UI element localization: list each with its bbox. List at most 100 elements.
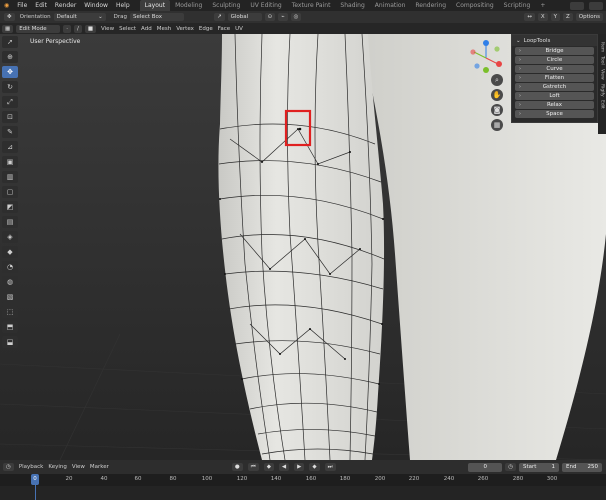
move-tool-icon[interactable]: ✥ xyxy=(2,66,18,78)
record-icon[interactable]: ● xyxy=(231,463,243,471)
tweak-tool-icon[interactable]: ✥ xyxy=(4,13,15,21)
tab-uv-editing[interactable]: UV Editing xyxy=(245,0,286,11)
timeline-ruler[interactable]: 0 20 40 60 80 100 120 140 160 180 200 22… xyxy=(0,474,606,486)
blender-logo-icon[interactable]: ◉ xyxy=(0,2,13,9)
inset-tool-icon[interactable]: ▢ xyxy=(2,186,18,198)
start-frame-field[interactable]: Start 1 xyxy=(519,462,559,472)
z-axis-icon[interactable] xyxy=(483,40,489,46)
edge-select-mode-icon[interactable]: / xyxy=(73,24,82,33)
space-button[interactable]: › Space xyxy=(515,110,594,118)
menu-playback[interactable]: Playback xyxy=(19,464,44,470)
tab-rendering[interactable]: Rendering xyxy=(410,0,451,11)
preview-range-icon[interactable]: ◷ xyxy=(505,463,516,471)
end-frame-field[interactable]: End 250 xyxy=(562,462,602,472)
neg-y-axis-icon[interactable] xyxy=(494,46,500,52)
transform-orientation-dropdown[interactable]: Global xyxy=(227,13,262,21)
play-icon[interactable]: ▶ xyxy=(294,463,305,471)
menu-window[interactable]: Window xyxy=(80,2,112,9)
tab-edit[interactable]: Edit xyxy=(600,100,605,109)
transform-tool-icon[interactable]: ⊡ xyxy=(2,111,18,123)
tab-texture-paint[interactable]: Texture Paint xyxy=(287,0,336,11)
proportional-edit-icon[interactable]: ◎ xyxy=(290,13,302,21)
face-select-mode-icon[interactable]: ■ xyxy=(84,24,97,33)
curve-button[interactable]: › Curve xyxy=(515,65,594,73)
tab-animation[interactable]: Animation xyxy=(370,0,411,11)
tab-tool[interactable]: Tool xyxy=(600,56,605,65)
timeline-editor-type-icon[interactable]: ◷ xyxy=(3,463,14,471)
menu-face[interactable]: Face xyxy=(218,26,230,32)
tab-scripting[interactable]: Scripting xyxy=(499,0,536,11)
transform-orientation-icon[interactable]: ↗ xyxy=(214,13,225,21)
add-cube-tool-icon[interactable]: ▣ xyxy=(2,156,18,168)
menu-help[interactable]: Help xyxy=(112,2,134,9)
loft-button[interactable]: › Loft xyxy=(515,92,594,100)
menu-edge[interactable]: Edge xyxy=(199,26,213,32)
playhead[interactable]: 0 xyxy=(31,474,39,485)
relax-button[interactable]: › Relax xyxy=(515,101,594,109)
menu-vertex[interactable]: Vertex xyxy=(176,26,194,32)
menu-select[interactable]: Select xyxy=(119,26,136,32)
tab-view[interactable]: View xyxy=(600,69,605,80)
smooth-tool-icon[interactable]: ◍ xyxy=(2,276,18,288)
mode-dropdown[interactable]: Edit Mode xyxy=(16,24,61,33)
orientation-dropdown[interactable]: Default ⌄ xyxy=(53,13,106,21)
annotate-tool-icon[interactable]: ✎ xyxy=(2,126,18,138)
pivot-icon[interactable]: ⊙ xyxy=(264,13,276,21)
menu-render[interactable]: Render xyxy=(51,2,80,9)
options-dropdown[interactable]: Options xyxy=(575,13,603,21)
flatten-button[interactable]: › Flatten xyxy=(515,74,594,82)
knife-tool-icon[interactable]: ◈ xyxy=(2,231,18,243)
tab-compositing[interactable]: Compositing xyxy=(451,0,499,11)
jump-end-icon[interactable]: ⏭ xyxy=(324,463,336,471)
spin-tool-icon[interactable]: ◔ xyxy=(2,261,18,273)
vertex-select-mode-icon[interactable]: · xyxy=(63,24,71,33)
navigation-gizmo[interactable] xyxy=(462,36,512,166)
perspective-grid-icon[interactable]: ▦ xyxy=(491,119,503,131)
camera-icon[interactable]: ◙ xyxy=(491,104,503,116)
loop-cut-tool-icon[interactable]: ▤ xyxy=(2,216,18,228)
neg-x-axis-icon[interactable] xyxy=(470,49,476,55)
select-tool-icon[interactable]: ➚ xyxy=(2,36,18,48)
tab-layout[interactable]: Layout xyxy=(139,0,171,11)
menu-uv[interactable]: UV xyxy=(235,26,243,32)
current-frame-field[interactable]: 0 xyxy=(468,462,503,472)
transform-affect-icon[interactable]: ↔ xyxy=(524,13,535,21)
looptools-header[interactable]: ⌄ LoopTools xyxy=(512,35,597,46)
tab-modeling[interactable]: Modeling xyxy=(170,0,207,11)
tab-shading[interactable]: Shading xyxy=(335,0,369,11)
bevel-tool-icon[interactable]: ◩ xyxy=(2,201,18,213)
cursor-tool-icon[interactable]: ⊕ xyxy=(2,51,18,63)
tab-item[interactable]: Item xyxy=(600,42,605,52)
tab-rigify[interactable]: Rigify xyxy=(600,84,605,97)
menu-keying[interactable]: Keying xyxy=(48,464,66,470)
circle-button[interactable]: › Circle xyxy=(515,56,594,64)
jump-start-icon[interactable]: ⏮ xyxy=(247,463,259,471)
prev-keyframe-icon[interactable]: ◆ xyxy=(263,463,274,471)
editor-type-icon[interactable]: ▦ xyxy=(2,24,14,33)
menu-add[interactable]: Add xyxy=(141,26,152,32)
drag-dropdown[interactable]: Select Box xyxy=(130,13,185,21)
poly-build-tool-icon[interactable]: ◆ xyxy=(2,246,18,258)
x-axis-icon[interactable] xyxy=(496,61,502,67)
pan-hand-icon[interactable]: ✋ xyxy=(491,89,503,101)
y-axis-icon[interactable] xyxy=(483,67,489,73)
edge-slide-tool-icon[interactable]: ▧ xyxy=(2,291,18,303)
scale-tool-icon[interactable]: ⤢ xyxy=(2,96,18,108)
play-reverse-icon[interactable]: ◀ xyxy=(278,463,290,471)
mirror-z-button[interactable]: Z xyxy=(562,13,573,21)
neg-z-axis-icon[interactable] xyxy=(474,63,480,69)
rotate-tool-icon[interactable]: ↻ xyxy=(2,81,18,93)
scene-icon[interactable] xyxy=(570,1,584,10)
menu-file[interactable]: File xyxy=(13,2,31,9)
menu-mesh[interactable]: Mesh xyxy=(157,26,171,32)
rip-tool-icon[interactable]: ⬓ xyxy=(2,336,18,348)
mirror-x-button[interactable]: X xyxy=(537,13,548,21)
mirror-y-button[interactable]: Y xyxy=(550,13,560,21)
shear-tool-icon[interactable]: ⬒ xyxy=(2,321,18,333)
shrink-fatten-tool-icon[interactable]: ⬚ xyxy=(2,306,18,318)
measure-tool-icon[interactable]: ⊿ xyxy=(2,141,18,153)
gstretch-button[interactable]: › Gstretch xyxy=(515,83,594,91)
tab-sculpting[interactable]: Sculpting xyxy=(207,0,245,11)
view-layer-icon[interactable] xyxy=(589,1,603,10)
menu-timeline-view[interactable]: View xyxy=(72,464,85,470)
